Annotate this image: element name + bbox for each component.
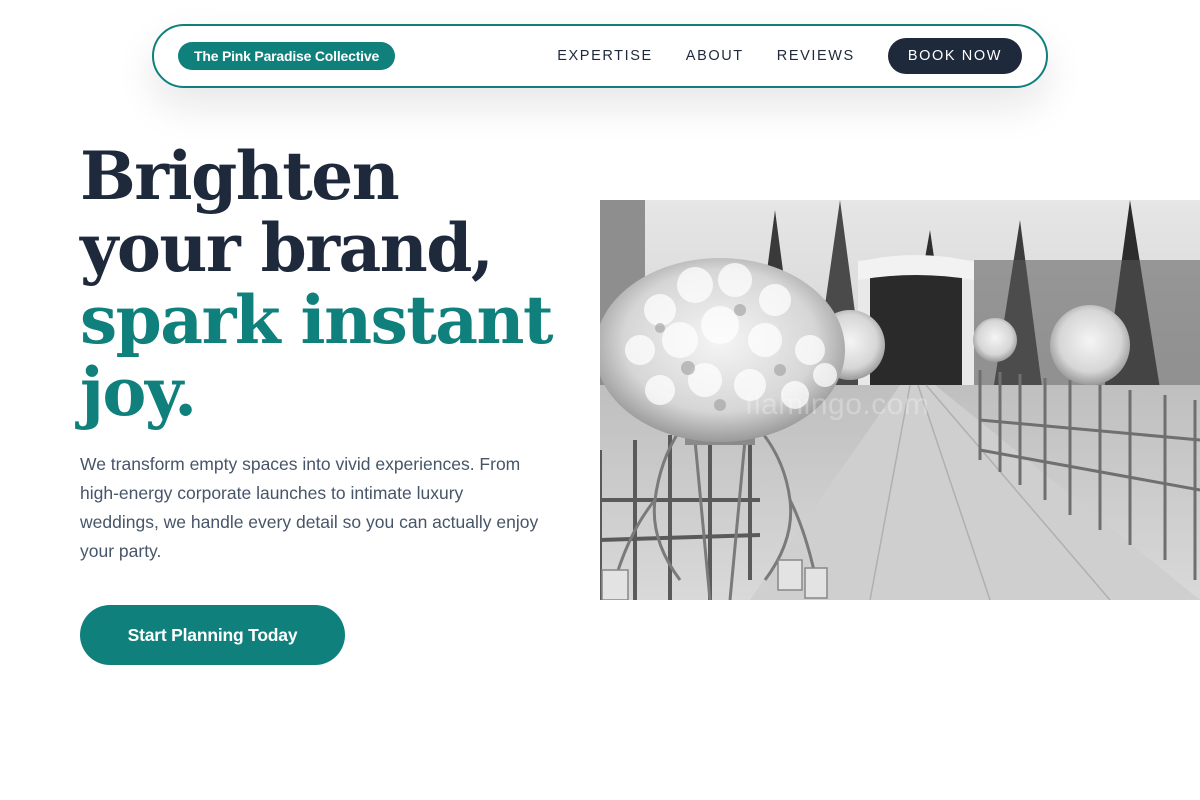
hero-title-line: Brighten (80, 137, 400, 215)
start-planning-button[interactable]: Start Planning Today (80, 605, 345, 665)
image-watermark: flamingo.com (745, 388, 930, 421)
hero-title-line: your brand, (80, 209, 494, 287)
hero-title-accent-line: spark instant (80, 281, 554, 359)
nav-links: EXPERTISE ABOUT REVIEWS BOOK NOW (557, 38, 1022, 74)
nav-link-about[interactable]: ABOUT (686, 48, 744, 64)
book-now-button[interactable]: BOOK NOW (887, 38, 1022, 74)
navbar: The Pink Paradise Collective EXPERTISE A… (152, 24, 1048, 88)
brand-logo[interactable]: The Pink Paradise Collective (178, 42, 396, 70)
nav-link-reviews[interactable]: REVIEWS (777, 48, 855, 64)
hero-title-accent-line: joy. (80, 353, 197, 431)
hero-title: Brighten your brand, spark instant joy. (80, 140, 580, 428)
hero-description: We transform empty spaces into vivid exp… (80, 454, 539, 561)
nav-link-expertise[interactable]: EXPERTISE (557, 48, 653, 64)
